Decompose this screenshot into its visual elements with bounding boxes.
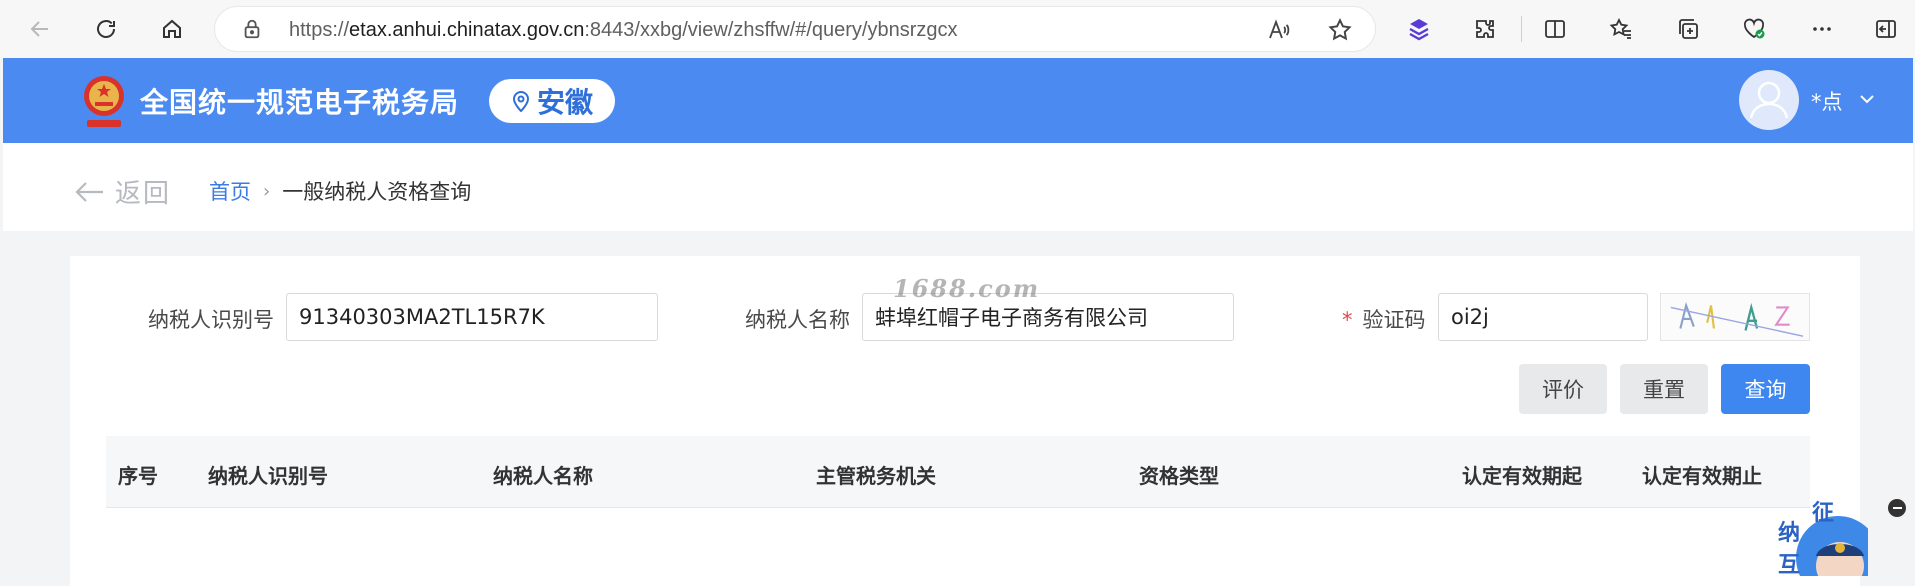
back-button[interactable]: 返回 [75,173,171,210]
captcha-label: * 验证码 [1342,304,1426,334]
breadcrumb-separator: › [263,180,271,202]
required-mark: * [1342,308,1353,332]
captcha-image[interactable] [1660,293,1810,341]
evaluate-button[interactable]: 评价 [1519,364,1607,414]
query-panel: 纳税人识别号 纳税人名称 * 验证码 评价 重置 查询 序号 纳税人识别号 纳税人… [70,256,1860,586]
favorite-star-icon[interactable] [1327,17,1353,43]
extensions-puzzle-icon[interactable] [1469,13,1501,45]
split-screen-icon[interactable] [1539,13,1571,45]
results-table-header: 序号 纳税人识别号 纳税人名称 主管税务机关 资格类型 认定有效期起 认定有效期… [106,436,1810,508]
taxpayer-id-label: 纳税人识别号 [148,308,274,332]
reset-button[interactable]: 重置 [1620,364,1708,414]
taxpayer-name-label: 纳税人名称 [745,308,850,332]
column-header: 纳税人名称 [493,464,593,488]
back-arrow-icon[interactable] [24,13,56,45]
sidebar-toggle-icon[interactable] [1870,13,1902,45]
svg-text:纳: 纳 [1778,520,1800,546]
site-header: 全国统一规范电子税务局 安徽 *点 [3,58,1913,143]
column-header: 序号 [118,464,158,488]
national-emblem-icon [84,76,124,127]
breadcrumb-current: 一般纳税人资格查询 [282,180,472,204]
captcha-label-text: 验证码 [1362,308,1426,332]
column-header: 纳税人识别号 [208,464,328,488]
column-header: 认定有效期起 [1462,464,1582,488]
collections-icon[interactable] [1672,13,1704,45]
breadcrumb: 首页 › 一般纳税人资格查询 [209,176,471,206]
column-header: 认定有效期止 [1642,464,1762,488]
user-name[interactable]: *点 [1811,86,1843,116]
taxpayer-id-input[interactable] [286,293,658,341]
location-pin-icon [512,91,529,112]
extension-s-icon[interactable] [1403,13,1435,45]
home-icon[interactable] [156,13,188,45]
region-selector[interactable]: 安徽 [489,79,615,123]
column-header: 资格类型 [1139,464,1219,488]
user-avatar[interactable] [1739,70,1799,130]
read-aloud-icon[interactable] [1267,18,1291,42]
assistant-close-button[interactable] [1888,499,1906,517]
query-button[interactable]: 查询 [1721,364,1810,414]
site-title: 全国统一规范电子税务局 [140,86,460,119]
url-text[interactable]: https://etax.anhui.chinatax.gov.cn:8443/… [289,19,958,42]
lock-icon[interactable] [241,18,263,40]
back-arrow-icon [75,181,103,202]
more-menu-icon[interactable] [1806,13,1838,45]
breadcrumb-home-link[interactable]: 首页 [209,176,251,206]
minus-icon [1892,507,1902,509]
captcha-input[interactable] [1438,293,1648,341]
browser-toolbar: https://etax.anhui.chinatax.gov.cn:8443/… [0,0,1915,58]
watermark: 1688.com [893,274,1041,303]
user-avatar-icon [1749,81,1789,119]
back-label: 返回 [115,179,172,209]
svg-text:征: 征 [1812,500,1834,526]
browser-essentials-icon[interactable] [1738,13,1770,45]
refresh-icon[interactable] [90,13,122,45]
breadcrumb-bar: 返回 首页 › 一般纳税人资格查询 [3,143,1913,231]
svg-text:互: 互 [1778,553,1800,576]
favorites-icon[interactable] [1605,13,1637,45]
tax-assistant-mascot-icon[interactable]: 纳 征 互 [1768,496,1868,576]
chevron-down-icon[interactable] [1858,90,1876,108]
region-label: 安徽 [536,86,593,119]
toolbar-divider [1521,16,1522,42]
address-bar[interactable]: https://etax.anhui.chinatax.gov.cn:8443/… [214,6,1376,52]
column-header: 主管税务机关 [816,464,936,488]
